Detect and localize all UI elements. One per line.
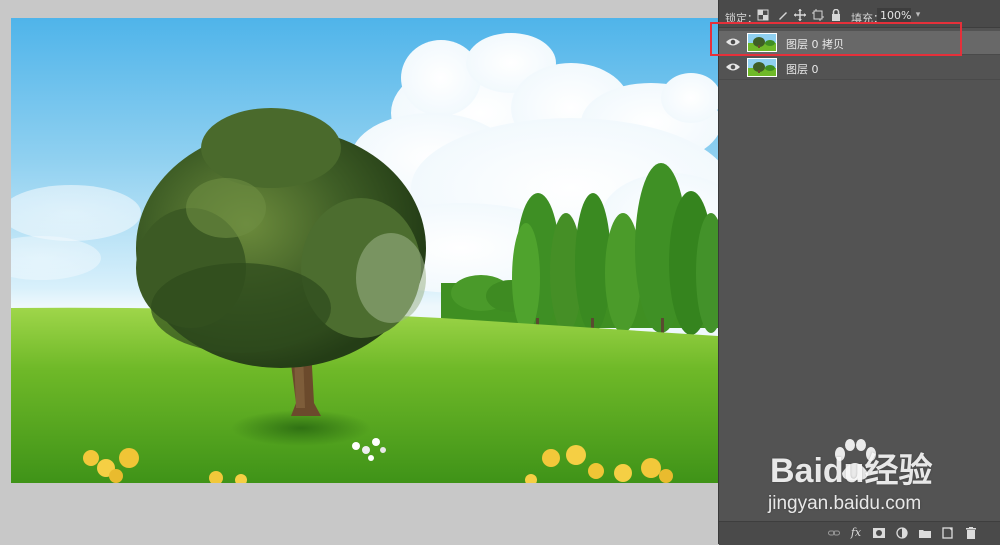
lock-position-icon[interactable] xyxy=(794,9,806,21)
eye-icon[interactable] xyxy=(726,62,740,72)
layer-thumbnail xyxy=(747,58,777,77)
link-icon[interactable] xyxy=(828,527,840,539)
lock-image-pixels-icon[interactable] xyxy=(777,9,789,21)
watermark-url: jingyan.baidu.com xyxy=(768,493,922,514)
annotation-highlight-box xyxy=(710,22,962,56)
document-image[interactable] xyxy=(11,18,718,483)
document-canvas-area[interactable] xyxy=(0,0,718,544)
layer-name[interactable]: 图层 0 xyxy=(786,61,819,77)
fill-opacity-input[interactable]: 100% xyxy=(877,8,911,23)
lock-artboard-icon[interactable] xyxy=(812,9,824,21)
lock-all-icon[interactable] xyxy=(830,9,842,21)
new-layer-icon[interactable] xyxy=(942,527,954,539)
baidu-watermark: Baidu经验 jingyan.baidu.com xyxy=(768,437,993,522)
chevron-down-icon[interactable]: ▾ xyxy=(912,8,924,23)
lock-transparent-pixels-icon[interactable] xyxy=(757,9,769,21)
trash-icon[interactable] xyxy=(965,527,977,539)
mask-icon[interactable] xyxy=(873,527,885,539)
layer-row[interactable]: 图层 0 xyxy=(719,56,1000,79)
watermark-brand: Baidu经验 xyxy=(770,452,933,490)
landscape-image xyxy=(11,33,718,483)
folder-icon[interactable] xyxy=(919,527,931,539)
fx-icon[interactable]: fx xyxy=(850,527,862,539)
adjustment-icon[interactable] xyxy=(896,527,908,539)
layers-bottom-toolbar: fx xyxy=(719,521,1000,545)
divider xyxy=(719,79,1000,80)
